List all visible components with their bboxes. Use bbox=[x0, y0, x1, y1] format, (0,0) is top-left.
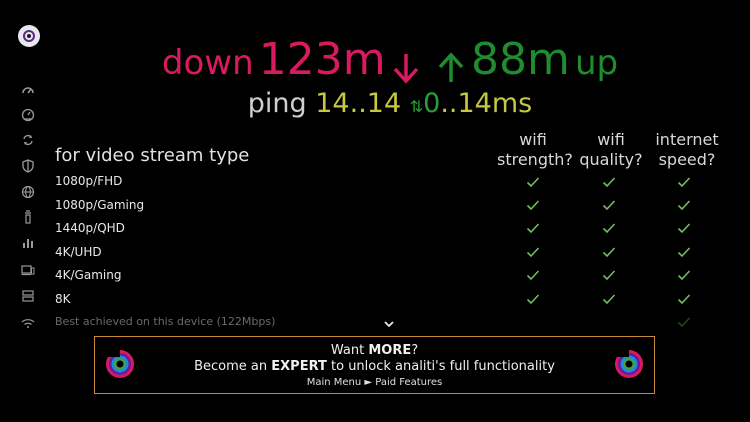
router-icon[interactable] bbox=[21, 210, 35, 224]
column-header-wifi-quality: wifi quality? bbox=[578, 130, 644, 170]
ping-min: 14 bbox=[315, 88, 350, 119]
server-icon[interactable] bbox=[21, 289, 35, 303]
upgrade-banner[interactable]: Want MORE? Become an EXPERT to unlock an… bbox=[94, 336, 655, 394]
best-achieved-note: Best achieved on this device (122Mbps) bbox=[55, 315, 276, 328]
column-header-line: strength? bbox=[497, 150, 573, 169]
ping-max: 14 bbox=[366, 88, 402, 119]
sync-icon[interactable] bbox=[21, 133, 35, 147]
column-header-line: internet bbox=[655, 130, 719, 149]
analiti-logo-icon bbox=[105, 349, 135, 379]
promo-bold-text: EXPERT bbox=[271, 359, 327, 374]
promo-text: Become an bbox=[194, 359, 272, 374]
download-label: down bbox=[161, 43, 254, 83]
column-header-line: quality? bbox=[579, 150, 643, 169]
check-icon bbox=[526, 246, 540, 258]
column-header-line: wifi bbox=[519, 130, 547, 149]
jitter-max: 14 bbox=[457, 88, 492, 119]
upload-value: 88m bbox=[471, 34, 570, 85]
devices-icon[interactable] bbox=[21, 263, 35, 277]
table-row[interactable]: 4K/Gaming bbox=[55, 268, 121, 282]
table-row[interactable]: 1440p/QHD bbox=[55, 221, 125, 235]
promo-line-3: Main Menu ► Paid Features bbox=[306, 377, 443, 388]
column-header-line: speed? bbox=[658, 150, 716, 169]
globe-icon[interactable] bbox=[21, 185, 35, 199]
promo-line-2: Become an EXPERT to unlock analiti's ful… bbox=[95, 359, 654, 374]
table-row[interactable]: 1080p/FHD bbox=[55, 174, 122, 188]
jitter-min: 0 bbox=[423, 88, 441, 119]
check-icon bbox=[677, 293, 691, 305]
check-icon bbox=[677, 269, 691, 281]
check-icon bbox=[526, 222, 540, 234]
upload-label: up bbox=[574, 43, 619, 83]
check-icon bbox=[602, 293, 616, 305]
arrow-down-icon bbox=[391, 50, 421, 90]
ping-unit: ms bbox=[491, 88, 533, 119]
arrow-up-icon bbox=[436, 50, 466, 90]
table-row[interactable]: 1080p/Gaming bbox=[55, 198, 144, 212]
check-icon bbox=[602, 269, 616, 281]
wifi-icon[interactable] bbox=[21, 316, 35, 330]
analiti-logo-icon bbox=[614, 349, 644, 379]
check-icon bbox=[602, 199, 616, 211]
check-icon bbox=[677, 316, 691, 328]
ping-summary: ping 14..14 ⇅0..14ms bbox=[0, 88, 750, 119]
promo-text: Want bbox=[330, 343, 369, 358]
check-icon bbox=[677, 222, 691, 234]
promo-line-1: Want MORE? bbox=[95, 343, 654, 358]
bar-chart-icon[interactable] bbox=[21, 236, 35, 250]
column-header-internet-speed: internet speed? bbox=[652, 130, 722, 170]
column-header-wifi-strength: wifi strength? bbox=[497, 130, 573, 170]
jitter-separator: .. bbox=[440, 88, 458, 119]
check-icon bbox=[526, 293, 540, 305]
check-icon bbox=[602, 222, 616, 234]
check-icon bbox=[602, 176, 616, 188]
check-icon bbox=[602, 246, 616, 258]
jitter-arrows-icon: ⇅ bbox=[409, 97, 424, 116]
table-row[interactable]: 8K bbox=[55, 292, 71, 306]
shield-icon[interactable] bbox=[21, 159, 35, 173]
chevron-down-icon[interactable] bbox=[382, 314, 396, 328]
check-icon bbox=[526, 199, 540, 211]
check-icon bbox=[526, 176, 540, 188]
section-title: for video stream type bbox=[55, 145, 250, 166]
promo-text: ? bbox=[411, 343, 419, 358]
promo-text: to unlock analiti's full functionality bbox=[326, 359, 555, 374]
download-value: 123m bbox=[258, 34, 386, 85]
speed-summary: down 123m 88m up bbox=[0, 34, 750, 90]
check-icon bbox=[677, 246, 691, 258]
check-icon bbox=[526, 269, 540, 281]
column-header-line: wifi bbox=[597, 130, 625, 149]
ping-label: ping bbox=[247, 88, 307, 119]
table-row[interactable]: 4K/UHD bbox=[55, 245, 102, 259]
ping-separator: .. bbox=[349, 88, 367, 119]
check-icon bbox=[677, 199, 691, 211]
check-icon bbox=[677, 176, 691, 188]
promo-bold-text: MORE bbox=[368, 343, 412, 358]
